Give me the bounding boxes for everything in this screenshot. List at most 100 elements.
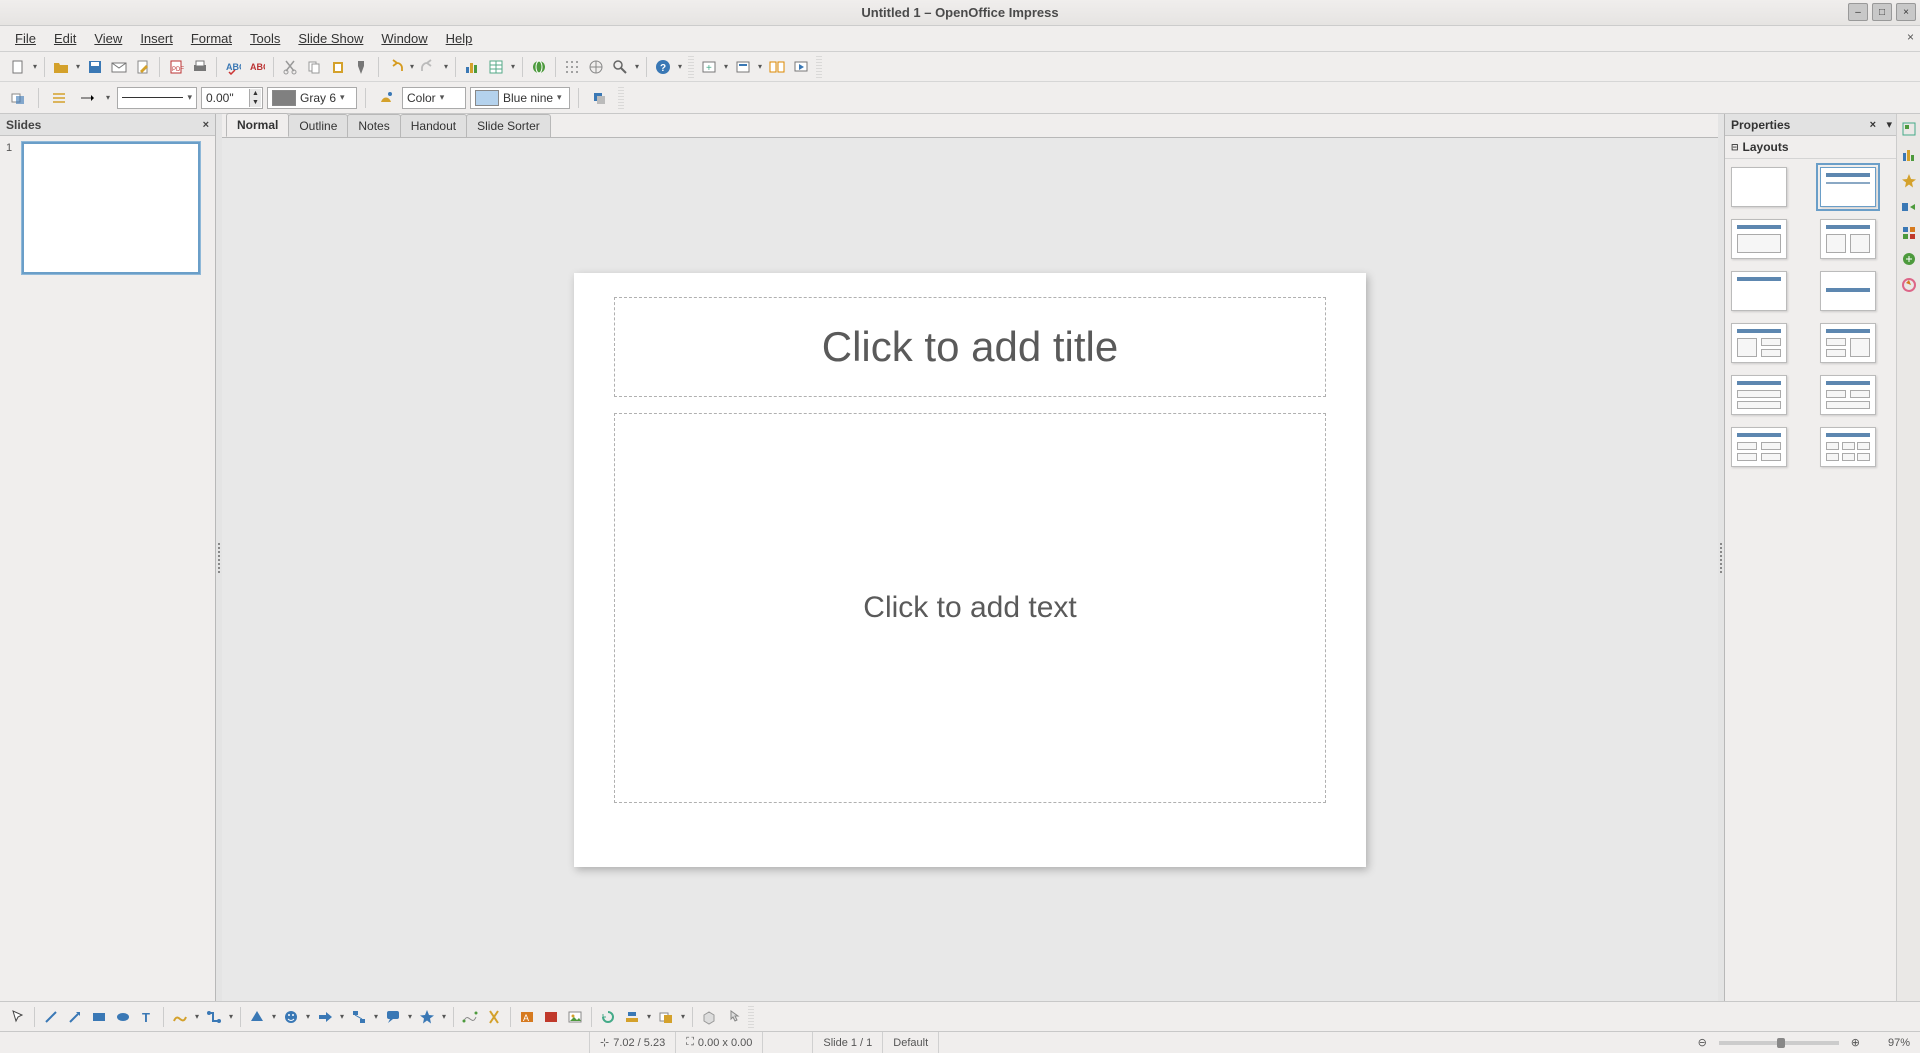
basic-shapes-tool[interactable]	[246, 1006, 268, 1028]
tab-slidesorter[interactable]: Slide Sorter	[466, 114, 551, 137]
layouts-section-header[interactable]: ⊟ Layouts	[1725, 136, 1896, 159]
connector-tool[interactable]	[203, 1006, 225, 1028]
line-width-down[interactable]: ▼	[249, 98, 261, 107]
autospellcheck-button[interactable]: ABC	[246, 56, 268, 78]
shadow-button[interactable]	[588, 87, 610, 109]
redo-button[interactable]	[418, 56, 440, 78]
open-button[interactable]	[50, 56, 72, 78]
export-pdf-button[interactable]: PDF	[165, 56, 187, 78]
grid-button[interactable]	[561, 56, 583, 78]
undo-button[interactable]	[384, 56, 406, 78]
gluepoints-tool[interactable]	[483, 1006, 505, 1028]
undo-dropdown[interactable]: ▾	[407, 56, 417, 78]
splitter-left[interactable]	[216, 114, 222, 1001]
splitter-right[interactable]	[1718, 114, 1724, 1001]
slide-design-dropdown[interactable]: ▾	[755, 56, 765, 78]
layout-6box[interactable]	[1820, 427, 1876, 467]
layouts-collapse-icon[interactable]: ⊟	[1731, 142, 1739, 153]
zoom-in-icon[interactable]: ⊕	[1851, 1036, 1860, 1049]
curve-dropdown[interactable]: ▾	[192, 1006, 202, 1028]
menu-file[interactable]: File	[6, 28, 45, 49]
area-style-button[interactable]	[375, 87, 397, 109]
layout-title-2h[interactable]	[1820, 323, 1876, 363]
ellipse-tool[interactable]	[112, 1006, 134, 1028]
format-paintbrush-button[interactable]	[351, 56, 373, 78]
status-master-cell[interactable]: Default	[883, 1032, 939, 1053]
arrow-style-dropdown[interactable]: ▾	[103, 87, 113, 109]
zoom-dropdown[interactable]: ▾	[632, 56, 642, 78]
new-dropdown[interactable]: ▾	[30, 56, 40, 78]
fill-color-combo[interactable]: Blue nine ▾	[470, 87, 570, 109]
table-dropdown[interactable]: ▾	[508, 56, 518, 78]
line-width-field[interactable]: 0.00" ▲▼	[201, 87, 263, 109]
menu-format[interactable]: Format	[182, 28, 241, 49]
close-button[interactable]: ×	[1896, 3, 1916, 21]
minimize-button[interactable]: –	[1848, 3, 1868, 21]
stars-tool[interactable]	[416, 1006, 438, 1028]
slide-layout-button[interactable]	[766, 56, 788, 78]
layout-title-2v[interactable]	[1731, 323, 1787, 363]
edit-file-button[interactable]	[132, 56, 154, 78]
dock-master-icon[interactable]	[1900, 146, 1918, 164]
start-slideshow-button[interactable]	[790, 56, 812, 78]
select-tool[interactable]	[7, 1006, 29, 1028]
open-dropdown[interactable]: ▾	[73, 56, 83, 78]
tab-handout[interactable]: Handout	[400, 114, 467, 137]
symbol-shapes-dropdown[interactable]: ▾	[303, 1006, 313, 1028]
status-slide-cell[interactable]: Slide 1 / 1	[813, 1032, 883, 1053]
arrow-tool[interactable]	[64, 1006, 86, 1028]
line-color-combo[interactable]: Gray 6 ▾	[267, 87, 357, 109]
basic-shapes-dropdown[interactable]: ▾	[269, 1006, 279, 1028]
layout-blank[interactable]	[1731, 167, 1787, 207]
gallery-tool[interactable]	[564, 1006, 586, 1028]
alignment-dropdown[interactable]: ▾	[644, 1006, 654, 1028]
arrange-button[interactable]	[7, 87, 29, 109]
zoom-value-cell[interactable]: 97%	[1870, 1032, 1920, 1053]
rotate-tool[interactable]	[597, 1006, 619, 1028]
layout-title-onebox[interactable]	[1731, 219, 1787, 259]
extrusion-tool[interactable]	[698, 1006, 720, 1028]
dock-gallery-icon[interactable]	[1900, 250, 1918, 268]
fill-type-combo[interactable]: Color▾	[402, 87, 466, 109]
layout-title-only[interactable]	[1731, 271, 1787, 311]
layout-title-4[interactable]	[1820, 375, 1876, 415]
menu-view[interactable]: View	[85, 28, 131, 49]
connector-dropdown[interactable]: ▾	[226, 1006, 236, 1028]
block-arrows-tool[interactable]	[314, 1006, 336, 1028]
copy-button[interactable]	[303, 56, 325, 78]
content-placeholder[interactable]: Click to add text	[614, 413, 1326, 803]
menu-window[interactable]: Window	[372, 28, 436, 49]
fmt-overflow[interactable]	[618, 87, 624, 109]
dock-styles-icon[interactable]	[1900, 224, 1918, 242]
arrange-dropdown[interactable]: ▾	[678, 1006, 688, 1028]
help-button[interactable]: ?	[652, 56, 674, 78]
zoom-slider[interactable]	[1719, 1041, 1839, 1045]
arrange-tool[interactable]	[655, 1006, 677, 1028]
line-width-up[interactable]: ▲	[249, 89, 261, 98]
callouts-tool[interactable]	[382, 1006, 404, 1028]
print-button[interactable]	[189, 56, 211, 78]
layout-title-content[interactable]	[1820, 167, 1876, 207]
arrow-style-button[interactable]	[76, 87, 98, 109]
layout-title-over[interactable]	[1731, 375, 1787, 415]
slide-canvas[interactable]: Click to add title Click to add text	[574, 273, 1366, 867]
line-tool[interactable]	[40, 1006, 62, 1028]
flowchart-dropdown[interactable]: ▾	[371, 1006, 381, 1028]
draw-overflow[interactable]	[748, 1006, 754, 1028]
slides-panel-close-icon[interactable]: ×	[203, 119, 209, 131]
maximize-button[interactable]: □	[1872, 3, 1892, 21]
stars-dropdown[interactable]: ▾	[439, 1006, 449, 1028]
fontwork-tool[interactable]: A	[516, 1006, 538, 1028]
zoom-out-icon[interactable]: ⊖	[1698, 1036, 1707, 1049]
curve-tool[interactable]	[169, 1006, 191, 1028]
from-file-tool[interactable]	[540, 1006, 562, 1028]
line-style-button[interactable]	[48, 87, 70, 109]
properties-close-icon[interactable]: ×	[1870, 119, 1876, 131]
insert-slide-dropdown[interactable]: ▾	[721, 56, 731, 78]
toolbar-overflow[interactable]	[816, 56, 822, 78]
tab-outline[interactable]: Outline	[288, 114, 348, 137]
layout-title-twobox[interactable]	[1820, 219, 1876, 259]
flowchart-tool[interactable]	[348, 1006, 370, 1028]
tab-notes[interactable]: Notes	[347, 114, 400, 137]
dock-navigator-icon[interactable]	[1900, 276, 1918, 294]
